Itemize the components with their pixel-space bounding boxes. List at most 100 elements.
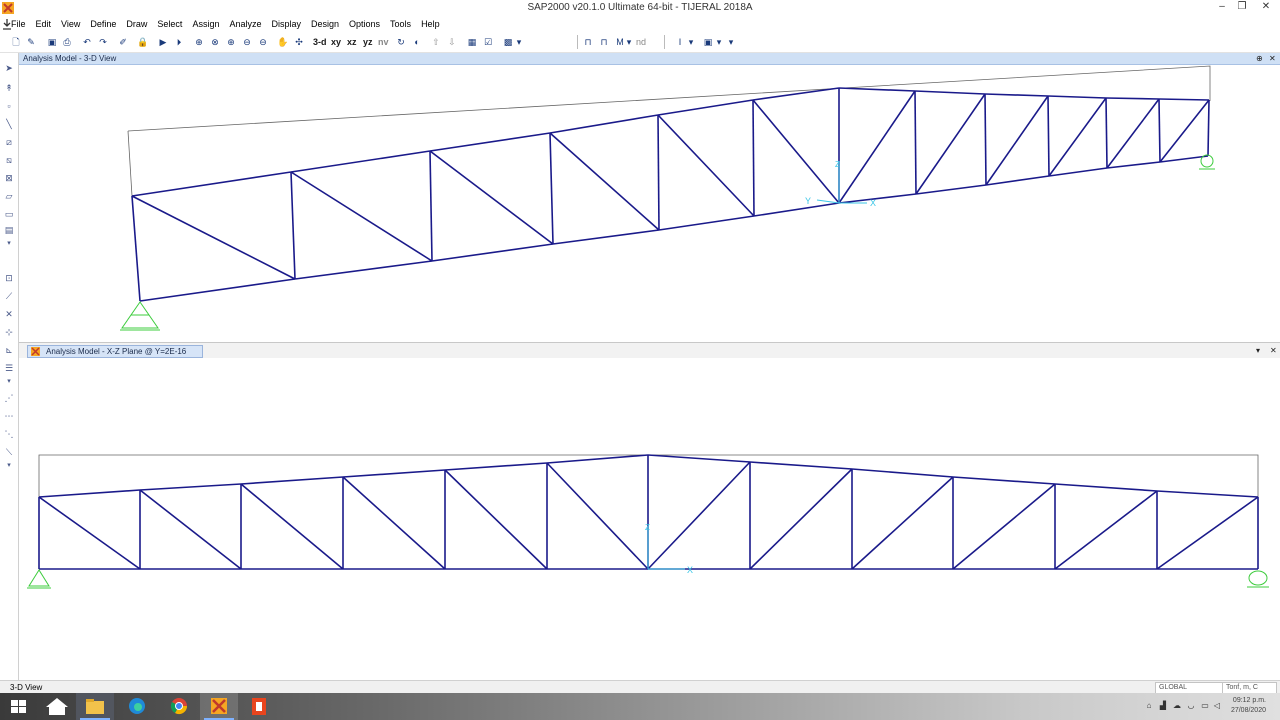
vertical-member[interactable] — [1105, 97, 1108, 169]
bottom-chord-member[interactable] — [985, 175, 1050, 186]
top-chord-member[interactable] — [1105, 97, 1160, 100]
top-chord-member[interactable] — [1158, 98, 1210, 101]
tray-onedrive-icon[interactable]: ☁ — [1172, 701, 1182, 711]
run-now-icon[interactable]: ⏵ — [173, 36, 185, 48]
vertical-member[interactable] — [657, 114, 660, 231]
vertical-member[interactable] — [1158, 98, 1161, 163]
draw-point-icon[interactable]: ▫ — [3, 100, 15, 112]
top-chord-member[interactable] — [240, 476, 344, 485]
top-chord-member[interactable] — [342, 469, 446, 478]
chevron-down-icon[interactable]: ▾ — [3, 376, 15, 388]
diagonal-member[interactable] — [1054, 490, 1158, 570]
undo-icon[interactable]: ↶ — [81, 36, 93, 48]
snap-perpendicular-icon[interactable]: ⊾ — [3, 344, 15, 356]
menu-design[interactable]: Design — [306, 16, 344, 32]
menu-tools[interactable]: Tools — [385, 16, 416, 32]
lock-icon[interactable]: 🔒 — [137, 36, 149, 48]
diagonal-member[interactable] — [851, 476, 954, 570]
vertical-member[interactable] — [290, 171, 296, 280]
select-pointer-icon[interactable]: ➤ — [3, 62, 15, 74]
top-chord-member[interactable] — [749, 461, 853, 470]
diagonal-member[interactable] — [429, 150, 554, 245]
top-chord-member[interactable] — [38, 489, 141, 498]
top-chord-member[interactable] — [1054, 483, 1158, 492]
draw-frame-2-icon[interactable]: ⊓ — [598, 36, 610, 48]
diagonal-member[interactable] — [444, 469, 548, 570]
open-icon[interactable]: ✎ — [25, 36, 37, 48]
top-chord-member[interactable] — [131, 171, 292, 197]
file-explorer-icon[interactable] — [76, 693, 114, 720]
tray-people-icon[interactable]: ⌂ — [1144, 701, 1154, 711]
diagonal-member[interactable] — [838, 90, 916, 204]
reshape-icon[interactable]: ↟ — [3, 82, 15, 94]
diagonal-member[interactable] — [1156, 496, 1259, 570]
chevron-down-icon[interactable]: ▾ — [3, 238, 15, 250]
menu-help[interactable]: Help — [416, 16, 445, 32]
vertical-member[interactable] — [131, 195, 141, 302]
top-chord-member[interactable] — [546, 454, 649, 464]
bottom-chord-member[interactable] — [139, 278, 296, 302]
diagonal-member[interactable] — [290, 171, 433, 262]
tray-battery-icon[interactable]: ▭ — [1200, 701, 1210, 711]
diagonal-member[interactable] — [546, 462, 649, 570]
chevron-down-icon[interactable]: ▾ — [3, 460, 15, 472]
diagonal-member[interactable] — [915, 93, 986, 195]
diagonal-member[interactable] — [985, 95, 1049, 186]
bottom-chord-member[interactable] — [838, 193, 917, 204]
zoom-full-icon[interactable]: ⊗ — [209, 36, 221, 48]
menu-view[interactable]: View — [56, 16, 85, 32]
draw-cable-icon[interactable]: M — [614, 36, 626, 48]
diagonal-member[interactable] — [952, 483, 1056, 570]
zoom-prev-icon[interactable]: ⊖ — [257, 36, 269, 48]
menu-select[interactable]: Select — [152, 16, 187, 32]
view-yz-button[interactable]: yz — [363, 36, 373, 48]
move-down-icon[interactable]: ⇩ — [446, 36, 458, 48]
vertical-member[interactable] — [1047, 95, 1050, 177]
menu-options[interactable]: Options — [344, 16, 385, 32]
vertical-member[interactable] — [752, 99, 755, 217]
draw-solid-icon[interactable]: ▤ — [3, 224, 15, 236]
area-section-icon[interactable]: ▣ — [702, 36, 714, 48]
bottom-chord-member[interactable] — [753, 202, 840, 217]
top-chord-member[interactable] — [1156, 490, 1259, 498]
diagonal-member[interactable] — [549, 132, 660, 231]
tray-network-icon[interactable]: ▟ — [1158, 701, 1168, 711]
snap-intersection-icon[interactable]: ⊹ — [3, 326, 15, 338]
windows-start-icon[interactable] — [0, 693, 38, 720]
view-xz-close-button[interactable]: ✕ — [1270, 345, 1277, 356]
chrome-icon[interactable] — [160, 693, 198, 720]
vertical-member[interactable] — [549, 132, 554, 245]
bottom-chord-member[interactable] — [1048, 167, 1108, 177]
select-previous-icon[interactable]: ⋯ — [3, 410, 15, 422]
menu-draw[interactable]: Draw — [121, 16, 152, 32]
view-3d-window[interactable]: Analysis Model - 3-D View ⊕ ✕ Z X Y — [19, 53, 1280, 340]
vertical-member[interactable] — [1207, 99, 1210, 157]
minimize-button[interactable]: – — [1212, 0, 1232, 16]
tray-wifi-icon[interactable]: ◡ — [1186, 701, 1196, 711]
vertical-member[interactable] — [429, 150, 433, 262]
chevron-down-icon[interactable]: ▾ — [688, 36, 694, 48]
clear-selection-icon[interactable]: ⋱ — [3, 428, 15, 440]
draw-link-icon[interactable]: ⊠ — [3, 172, 15, 184]
tray-clock[interactable]: 09:12 p.m. 27/08/2020 — [1231, 696, 1266, 716]
menu-edit[interactable]: Edit — [31, 16, 57, 32]
view-xz-canvas[interactable]: Z X — [19, 358, 1280, 680]
diagonal-member[interactable] — [38, 496, 141, 570]
top-chord-member[interactable] — [752, 87, 840, 101]
menu-define[interactable]: Define — [85, 16, 121, 32]
diagonal-member[interactable] — [1159, 99, 1210, 163]
diagonal-member[interactable] — [131, 195, 296, 280]
save-icon[interactable]: ▣ — [46, 36, 58, 48]
view-3d-button[interactable]: 3-d — [313, 36, 327, 48]
display-options-icon[interactable]: ▦ — [466, 36, 478, 48]
chevron-down-icon[interactable]: ▾ — [728, 36, 734, 48]
view-xz-dropdown[interactable]: ▾ — [1256, 345, 1260, 356]
zoom-window-icon[interactable]: ⊕ — [193, 36, 205, 48]
edge-browser-icon[interactable] — [118, 693, 156, 720]
top-chord-member[interactable] — [139, 483, 242, 491]
diagonal-member[interactable] — [752, 99, 840, 204]
bottom-chord-member[interactable] — [294, 260, 433, 280]
top-chord-member[interactable] — [838, 87, 916, 92]
menu-display[interactable]: Display — [266, 16, 306, 32]
draw-area-icon[interactable]: ▱ — [3, 190, 15, 202]
